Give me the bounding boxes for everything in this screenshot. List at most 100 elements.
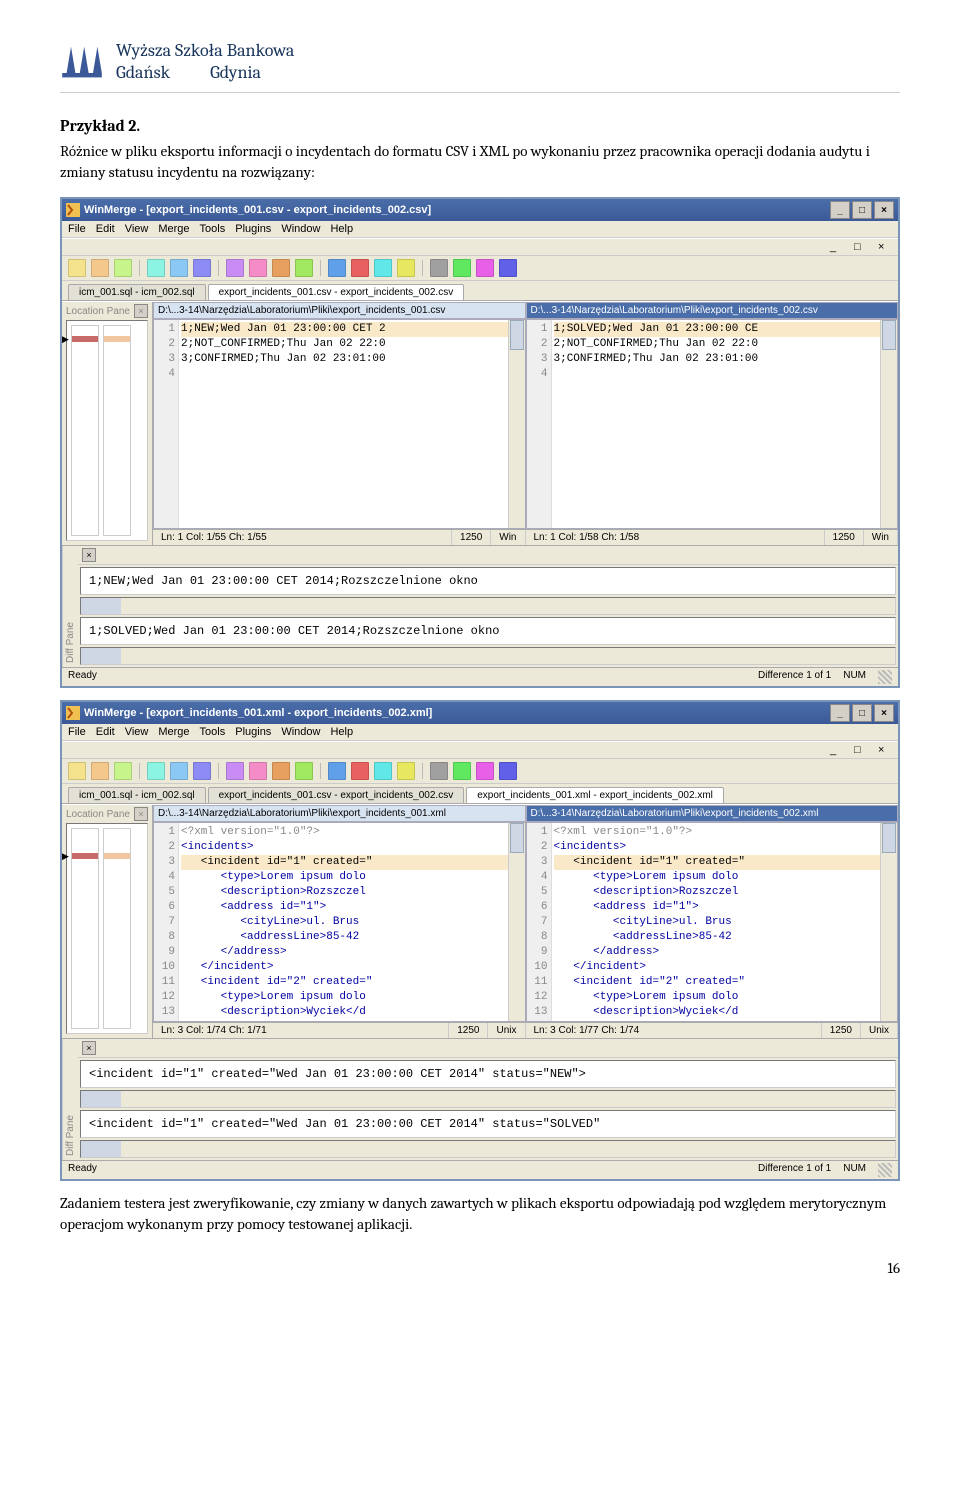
maximize-button[interactable]: □ [852, 201, 872, 219]
menu-tools[interactable]: Tools [200, 223, 226, 235]
child-min-button[interactable]: _ [830, 241, 844, 253]
menu-help[interactable]: Help [330, 726, 353, 738]
diff-scroll-h[interactable] [80, 647, 896, 665]
scrollbar-v[interactable] [508, 823, 525, 1021]
menu-window[interactable]: Window [281, 223, 320, 235]
toolbar-icon[interactable] [328, 259, 346, 277]
menu-window[interactable]: Window [281, 726, 320, 738]
menu-tools[interactable]: Tools [200, 726, 226, 738]
location-pane-close-icon[interactable]: × [134, 304, 148, 318]
toolbar-icon[interactable] [351, 259, 369, 277]
maximize-button[interactable]: □ [852, 704, 872, 722]
left-editor[interactable]: 12345678910111213 <?xml version="1.0"?><… [153, 822, 526, 1022]
child-close-button[interactable]: × [878, 744, 892, 756]
toolbar-icon[interactable] [114, 762, 132, 780]
toolbar-icon[interactable] [295, 762, 313, 780]
document-tab[interactable]: export_incidents_001.csv - export_incide… [208, 284, 465, 300]
child-max-button[interactable]: □ [854, 241, 868, 253]
document-tab[interactable]: icm_001.sql - icm_002.sql [68, 787, 206, 803]
diff-pane: Diff Pane × 1;NEW;Wed Jan 01 23:00:00 CE… [62, 545, 898, 667]
diff-pane-close-icon[interactable]: × [82, 548, 96, 562]
resize-grip-icon[interactable] [878, 1163, 892, 1177]
left-editor[interactable]: 1234 1;NEW;Wed Jan 01 23:00:00 CET 22;NO… [153, 319, 526, 529]
diff-bottom-line: <incident id="1" created="Wed Jan 01 23:… [80, 1110, 896, 1138]
toolbar-icon[interactable] [226, 762, 244, 780]
toolbar-icon[interactable] [328, 762, 346, 780]
menu-plugins[interactable]: Plugins [235, 223, 271, 235]
toolbar-icon[interactable] [374, 259, 392, 277]
menu-edit[interactable]: Edit [96, 726, 115, 738]
diff-scroll-h[interactable] [80, 1140, 896, 1158]
toolbar-icon[interactable] [249, 259, 267, 277]
toolbar-icon[interactable] [499, 762, 517, 780]
scrollbar-v[interactable] [508, 320, 525, 528]
toolbar-icon[interactable] [193, 762, 211, 780]
right-editor[interactable]: 1234 1;SOLVED;Wed Jan 01 23:00:00 CE2;NO… [526, 319, 899, 529]
status-numlock: NUM [843, 670, 866, 684]
diff-pane-close-icon[interactable]: × [82, 1041, 96, 1055]
toolbar-icon[interactable] [499, 259, 517, 277]
toolbar-icon[interactable] [68, 259, 86, 277]
menu-file[interactable]: File [68, 726, 86, 738]
resize-grip-icon[interactable] [878, 670, 892, 684]
toolbar-icon[interactable] [430, 259, 448, 277]
toolbar-icon[interactable] [397, 762, 415, 780]
diff-scroll-h[interactable] [80, 1090, 896, 1108]
right-editor[interactable]: 12345678910111213 <?xml version="1.0"?><… [526, 822, 899, 1022]
toolbar-icon[interactable] [430, 762, 448, 780]
right-file-path[interactable]: D:\...3-14\Narzędzia\Laboratorium\Pliki\… [526, 302, 899, 319]
close-button[interactable]: × [874, 201, 894, 219]
menu-file[interactable]: File [68, 223, 86, 235]
toolbar-icon[interactable] [170, 259, 188, 277]
child-min-button[interactable]: _ [830, 744, 844, 756]
toolbar-icon[interactable] [91, 762, 109, 780]
toolbar-icon[interactable] [397, 259, 415, 277]
menu-merge[interactable]: Merge [158, 726, 189, 738]
toolbar-icon[interactable] [272, 259, 290, 277]
minimize-button[interactable]: _ [830, 201, 850, 219]
toolbar-icon[interactable] [476, 762, 494, 780]
toolbar-icon[interactable] [272, 762, 290, 780]
scrollbar-v[interactable] [880, 320, 897, 528]
toolbar-icon[interactable] [147, 762, 165, 780]
toolbar-icon[interactable] [374, 762, 392, 780]
menu-plugins[interactable]: Plugins [235, 726, 271, 738]
toolbar-icon[interactable] [170, 762, 188, 780]
menu-merge[interactable]: Merge [158, 223, 189, 235]
child-max-button[interactable]: □ [854, 744, 868, 756]
scrollbar-v[interactable] [880, 823, 897, 1021]
document-tab[interactable]: export_incidents_001.csv - export_incide… [208, 787, 465, 803]
intro-paragraph: Różnice w pliku eksportu informacji o in… [60, 141, 900, 183]
university-header: Wyższa Szkoła Bankowa Gdańsk Gdynia [60, 40, 900, 93]
left-file-path[interactable]: D:\...3-14\Narzędzia\Laboratorium\Pliki\… [153, 302, 526, 319]
document-tab[interactable]: icm_001.sql - icm_002.sql [68, 284, 206, 300]
menu-view[interactable]: View [125, 223, 149, 235]
titlebar[interactable]: WinMerge - [export_incidents_001.csv - e… [62, 199, 898, 221]
toolbar-icon[interactable] [91, 259, 109, 277]
titlebar[interactable]: WinMerge - [export_incidents_001.xml - e… [62, 702, 898, 724]
toolbar-icon[interactable] [453, 259, 471, 277]
menu-help[interactable]: Help [330, 223, 353, 235]
close-button[interactable]: × [874, 704, 894, 722]
toolbar-icon[interactable] [226, 259, 244, 277]
toolbar-icon[interactable] [295, 259, 313, 277]
diff-scroll-h[interactable] [80, 597, 896, 615]
menu-view[interactable]: View [125, 726, 149, 738]
minimize-button[interactable]: _ [830, 704, 850, 722]
document-tab[interactable]: export_incidents_001.xml - export_incide… [466, 787, 724, 803]
toolbar-icon[interactable] [351, 762, 369, 780]
tabbar: icm_001.sql - icm_002.sqlexport_incident… [62, 281, 898, 301]
right-file-path[interactable]: D:\...3-14\Narzędzia\Laboratorium\Pliki\… [526, 805, 899, 822]
location-pane-close-icon[interactable]: × [134, 807, 148, 821]
toolbar-icon[interactable] [68, 762, 86, 780]
toolbar-icon[interactable] [249, 762, 267, 780]
toolbar-icon[interactable] [453, 762, 471, 780]
toolbar-icon[interactable] [114, 259, 132, 277]
toolbar-icon[interactable] [147, 259, 165, 277]
left-file-path[interactable]: D:\...3-14\Narzędzia\Laboratorium\Pliki\… [153, 805, 526, 822]
toolbar-icon[interactable] [193, 259, 211, 277]
menu-edit[interactable]: Edit [96, 223, 115, 235]
left-codepage: 1250 [452, 530, 491, 545]
child-close-button[interactable]: × [878, 241, 892, 253]
toolbar-icon[interactable] [476, 259, 494, 277]
